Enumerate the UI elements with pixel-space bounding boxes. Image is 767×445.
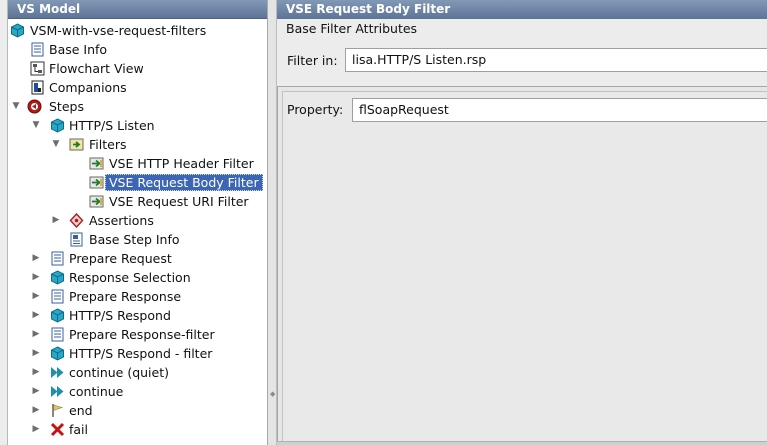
expand-toggle-icon[interactable]: ▶: [31, 287, 41, 306]
tree-node-label: Flowchart View: [49, 61, 144, 76]
tree-node-fail[interactable]: ▶ fail: [8, 420, 267, 439]
document-icon: [51, 327, 64, 342]
tree-node-prepare-response[interactable]: ▶ Prepare Response: [8, 287, 267, 306]
tree-node-label: HTTP/S Respond - filter: [69, 346, 213, 361]
tree-node-http-listen[interactable]: ▼ HTTP/S Listen: [8, 116, 267, 135]
tree-node-request-uri-filter[interactable]: VSE Request URI Filter: [8, 192, 267, 211]
tree-node-flowchart-view[interactable]: Flowchart View: [8, 59, 267, 78]
tree-node-http-header-filter[interactable]: VSE HTTP Header Filter: [8, 154, 267, 173]
fast-forward-icon: [51, 367, 64, 378]
tree-node-label: VSM-with-vse-request-filters: [30, 23, 207, 38]
cube-icon: [11, 23, 24, 38]
cube-icon: [51, 270, 64, 285]
cube-icon: [51, 308, 64, 323]
document-icon: [51, 289, 64, 304]
expand-toggle-icon[interactable]: ▶: [31, 306, 41, 325]
expand-toggle-icon[interactable]: ▶: [31, 249, 41, 268]
tree-node-filters[interactable]: ▼ Filters: [8, 135, 267, 154]
tree-node-label: HTTP/S Listen: [69, 118, 155, 133]
splitter-grip-icon: ◆: [270, 390, 276, 398]
property-label: Property:: [287, 102, 344, 117]
vs-model-title: VS Model: [8, 0, 267, 19]
expand-toggle-icon[interactable]: ▶: [31, 325, 41, 344]
filter-item-icon: [89, 157, 104, 170]
tree-node-label: VSE HTTP Header Filter: [109, 156, 254, 171]
filter-in-field[interactable]: lisa.HTTP/S Listen.rsp: [345, 48, 767, 72]
fail-x-icon: [50, 422, 65, 437]
document-icon: [31, 42, 44, 57]
tree-node-assertions[interactable]: ▶ Assertions: [8, 211, 267, 230]
expand-toggle-icon[interactable]: ▶: [31, 382, 41, 401]
tree-node-label-selected: VSE Request Body Filter: [105, 174, 263, 191]
tree-node-http-respond[interactable]: ▶ HTTP/S Respond: [8, 306, 267, 325]
tree-node-label: Base Step Info: [89, 232, 180, 247]
tree-node-label: end: [69, 403, 93, 418]
tree-node-http-respond-filter[interactable]: ▶ HTTP/S Respond - filter: [8, 344, 267, 363]
steps-icon: [27, 99, 42, 114]
tree-node-prepare-request[interactable]: ▶ Prepare Request: [8, 249, 267, 268]
filter-in-label: Filter in:: [287, 53, 338, 68]
collapse-toggle-icon[interactable]: ▼: [31, 116, 41, 135]
tree-node-prepare-response-filter[interactable]: ▶ Prepare Response-filter: [8, 325, 267, 344]
assertion-icon: [69, 213, 84, 228]
tree-node-root[interactable]: VSM-with-vse-request-filters: [8, 21, 267, 40]
editor-title: VSE Request Body Filter: [277, 0, 767, 19]
property-subpanel: Property: flSoapRequest: [277, 86, 767, 445]
tree-node-label: Prepare Request: [69, 251, 172, 266]
vs-model-panel: VS Model VSM-with-vse-request-filters Ba…: [8, 0, 268, 445]
tree-node-label: VSE Request URI Filter: [109, 194, 249, 209]
tree-node-label: Prepare Response: [69, 289, 182, 304]
expand-toggle-icon[interactable]: ▶: [31, 268, 41, 287]
step-info-icon: [70, 232, 83, 247]
tree-node-base-step-info[interactable]: Base Step Info: [8, 230, 267, 249]
tree-node-label: Assertions: [89, 213, 154, 228]
fast-forward-icon: [51, 386, 64, 397]
tree-node-label: continue (quiet): [69, 365, 169, 380]
panel-splitter[interactable]: ◆: [268, 0, 277, 445]
expand-toggle-icon[interactable]: ▶: [51, 211, 61, 230]
filter-item-icon: [89, 195, 104, 208]
flowchart-icon: [30, 61, 45, 76]
tree-node-end[interactable]: ▶ end: [8, 401, 267, 420]
tree-node-label: Base Info: [49, 42, 108, 57]
expand-toggle-icon[interactable]: ▶: [31, 401, 41, 420]
flag-icon: [52, 404, 63, 417]
tree-node-continue-quiet[interactable]: ▶ continue (quiet): [8, 363, 267, 382]
section-label: Base Filter Attributes: [286, 21, 418, 36]
expand-toggle-icon[interactable]: ▶: [31, 363, 41, 382]
tree-node-continue[interactable]: ▶ continue: [8, 382, 267, 401]
filter-editor-panel: VSE Request Body Filter Base Filter Attr…: [277, 0, 767, 445]
filter-item-icon: [89, 176, 104, 189]
property-subpanel-inner: Property: flSoapRequest: [282, 91, 767, 442]
tree-node-label: Response Selection: [69, 270, 191, 285]
tree-node-label: Prepare Response-filter: [69, 327, 215, 342]
bottom-strip: [277, 441, 767, 445]
tree-node-label: continue: [69, 384, 124, 399]
tree-node-label: Companions: [49, 80, 127, 95]
filter-icon: [69, 138, 84, 151]
tree-node-label: Steps: [49, 99, 84, 114]
tree-node-response-selection[interactable]: ▶ Response Selection: [8, 268, 267, 287]
cube-icon: [51, 118, 64, 133]
document-icon: [51, 251, 64, 266]
tree-node-companions[interactable]: Companions: [8, 78, 267, 97]
tree-node-label: HTTP/S Respond: [69, 308, 171, 323]
tree-node-steps[interactable]: ▼ Steps: [8, 97, 267, 116]
collapse-toggle-icon[interactable]: ▼: [51, 135, 61, 154]
cube-icon: [51, 346, 64, 361]
property-field[interactable]: flSoapRequest: [352, 98, 767, 122]
tree-node-label: Filters: [89, 137, 127, 152]
expand-toggle-icon[interactable]: ▶: [31, 344, 41, 363]
expand-toggle-icon[interactable]: ▶: [31, 420, 41, 439]
tree-node-base-info[interactable]: Base Info: [8, 40, 267, 59]
companions-icon: [31, 80, 44, 95]
tree-node-label: fail: [69, 422, 89, 437]
tree-node-request-body-filter[interactable]: VSE Request Body Filter: [8, 173, 267, 192]
collapse-toggle-icon[interactable]: ▼: [11, 97, 21, 116]
left-edge-strip: [0, 0, 8, 445]
